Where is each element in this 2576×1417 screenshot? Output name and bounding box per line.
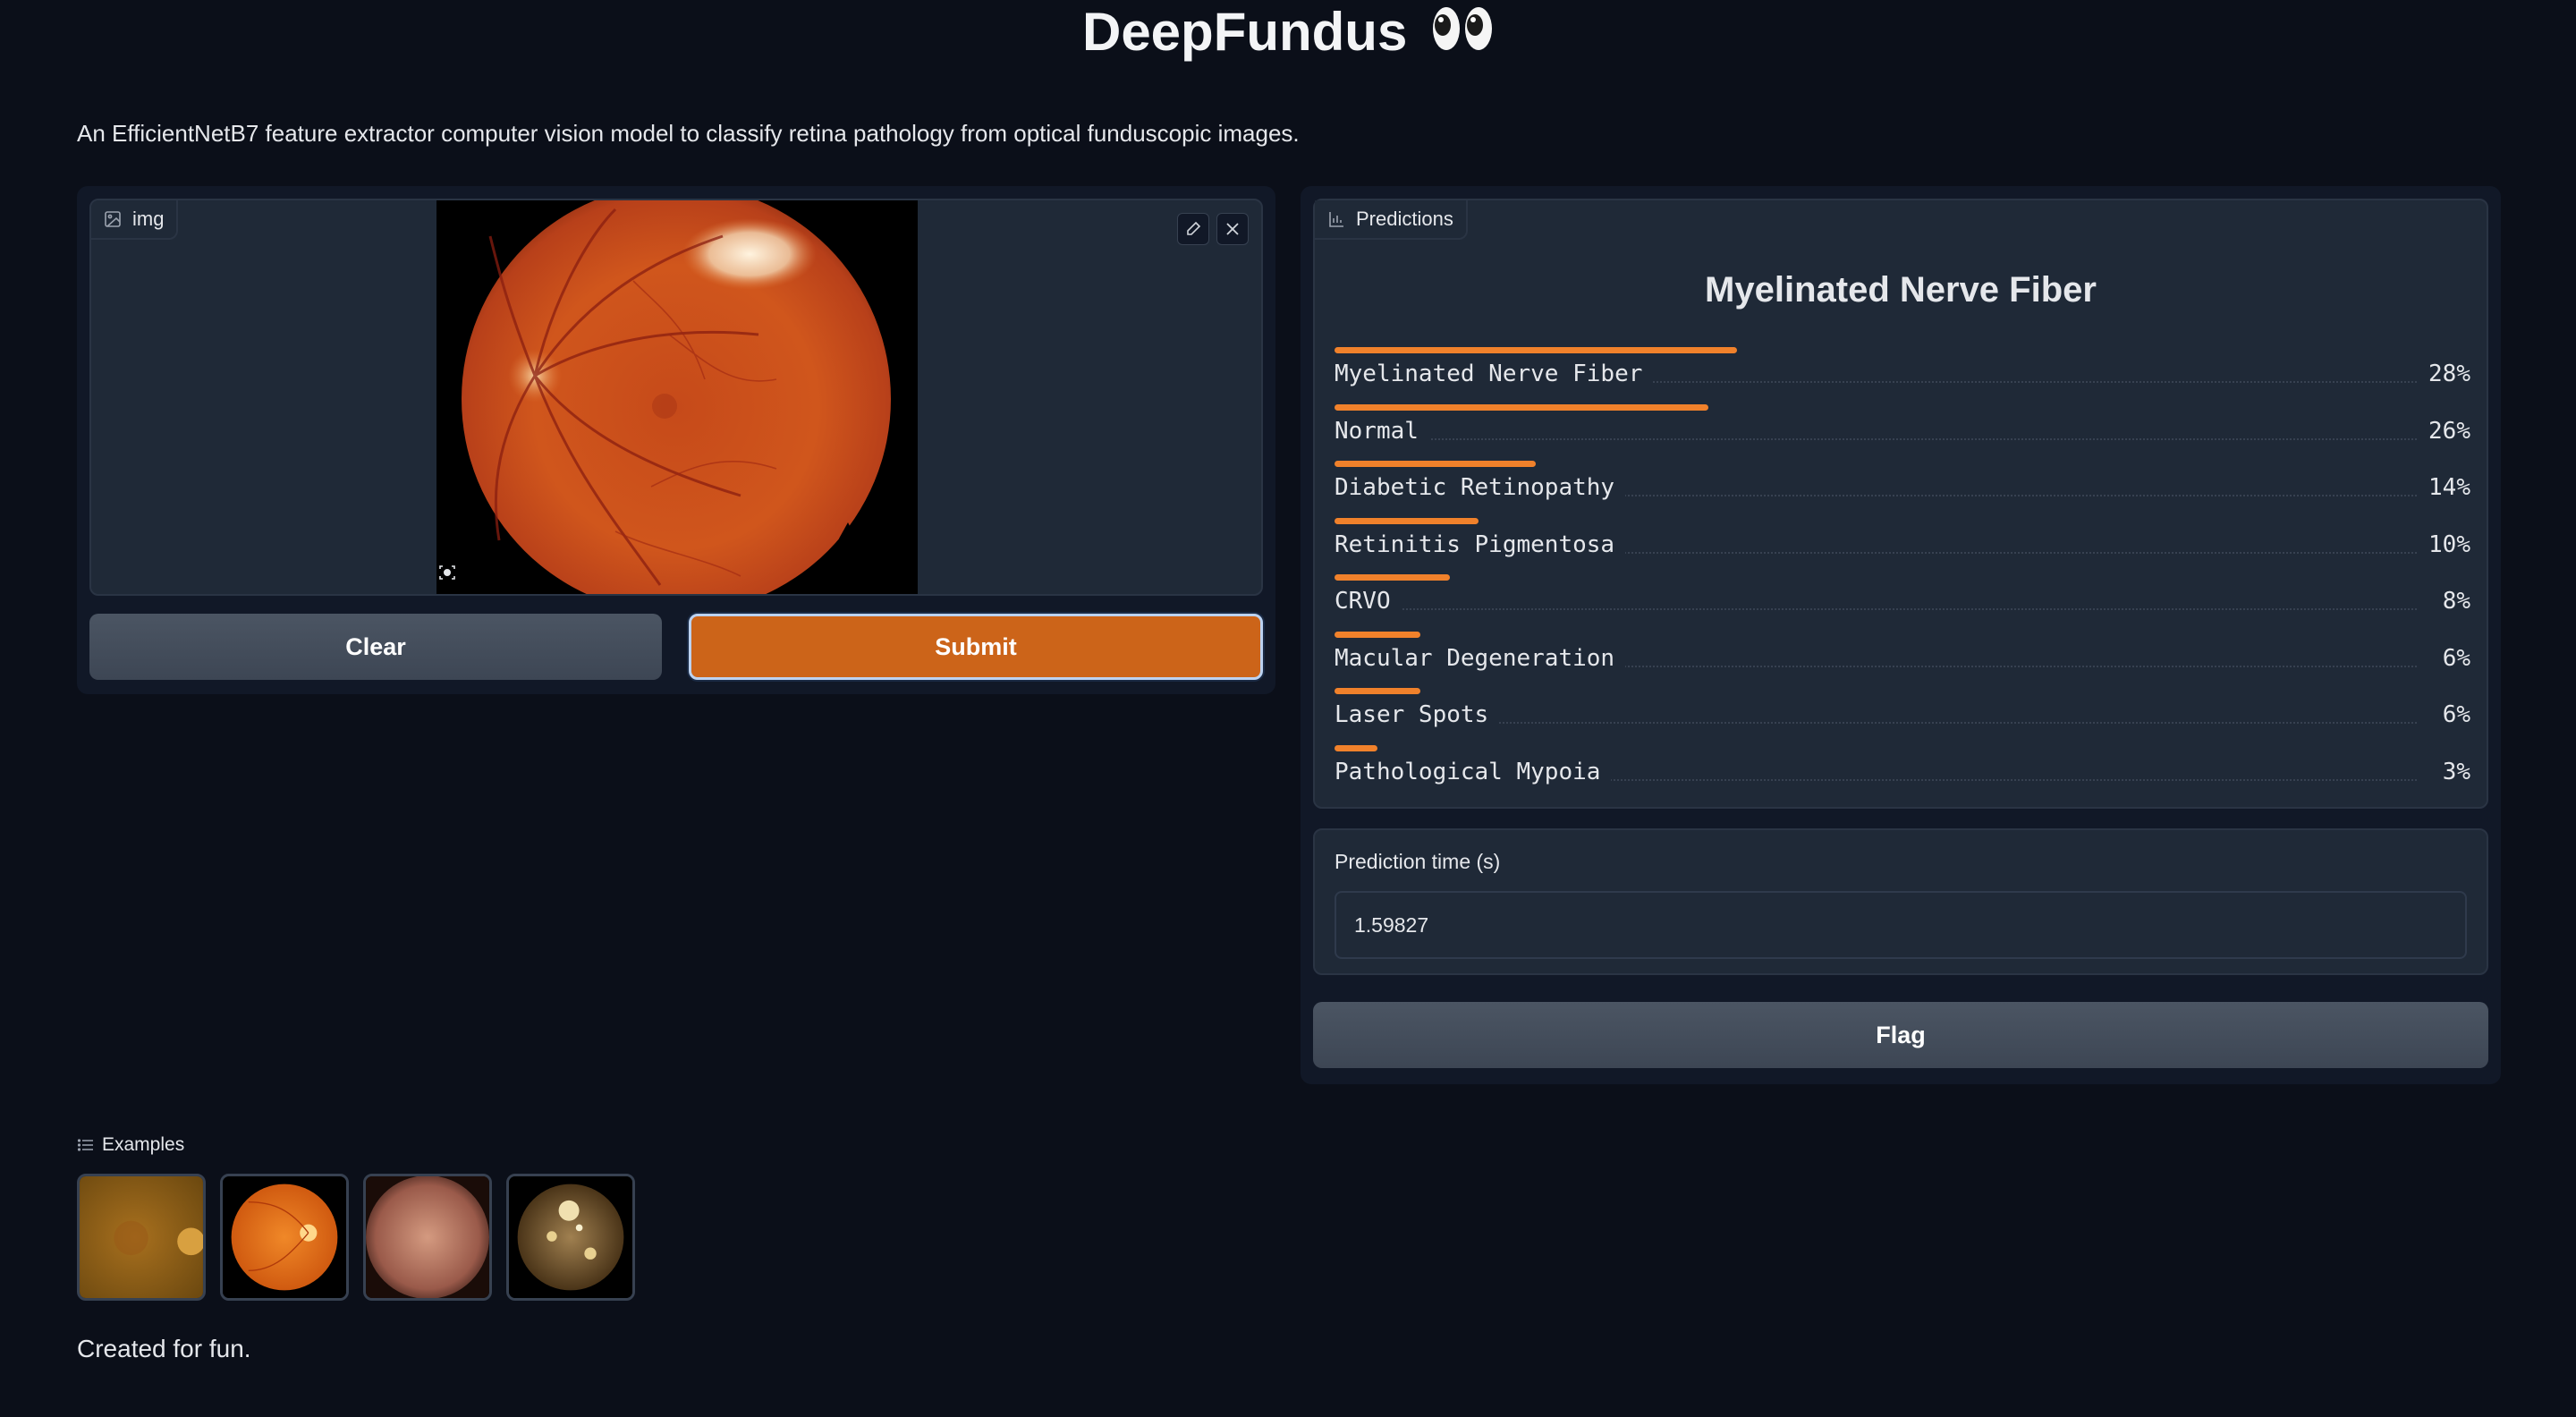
predictions-box: Predictions Myelinated Nerve Fiber Myeli…: [1313, 199, 2488, 809]
image-icon: [105, 211, 121, 227]
footer-text: Created for fun.: [77, 1335, 251, 1362]
close-icon: [1226, 223, 1239, 235]
input-panel: img Clear Submit: [77, 186, 1275, 694]
prediction-row: Macular Degeneration 6%: [1335, 631, 2470, 689]
prediction-percent: 3%: [2431, 758, 2470, 785]
prediction-row: CRVO 8%: [1335, 574, 2470, 632]
predictions-label-text: Predictions: [1356, 208, 1453, 230]
fundus-image: [436, 200, 918, 594]
app-description: An EfficientNetB7 feature extractor comp…: [77, 120, 1300, 147]
prediction-row: Diabetic Retinopathy 14%: [1335, 461, 2470, 518]
prediction-bar: [1335, 347, 1737, 353]
submit-button[interactable]: Submit: [689, 614, 1263, 680]
prediction-row: Retinitis Pigmentosa 10%: [1335, 517, 2470, 575]
prediction-bar: [1335, 688, 1421, 694]
prediction-list: Myelinated Nerve Fiber 28% Normal 26% Diabet…: [1335, 347, 2470, 802]
example-thumbnail[interactable]: [506, 1174, 635, 1301]
prediction-time-label: Prediction time (s): [1335, 850, 1501, 873]
prediction-percent: 10%: [2418, 530, 2470, 558]
prediction-percent: 6%: [2431, 644, 2470, 672]
prediction-bar: [1335, 403, 1708, 411]
prediction-label: Diabetic Retinopathy: [1335, 474, 1626, 501]
examples-label: Examples: [77, 1134, 184, 1156]
image-toolbar: [1177, 213, 1249, 245]
top-prediction: Myelinated Nerve Fiber: [1705, 270, 2097, 310]
prediction-percent: 8%: [2431, 588, 2470, 615]
image-input-label-text: img: [132, 208, 165, 230]
list-icon: [77, 1139, 93, 1151]
prediction-label: Myelinated Nerve Fiber: [1335, 361, 1654, 387]
prediction-time-box: Prediction time (s) 1.59827: [1313, 828, 2488, 975]
prediction-label: Pathological Mypoia: [1335, 758, 1612, 785]
capture-icon[interactable]: [438, 564, 456, 581]
page-title: DeepFundus: [0, 0, 2576, 64]
output-panel: Predictions Myelinated Nerve Fiber Myeli…: [1301, 186, 2501, 1084]
example-thumbnail[interactable]: [363, 1174, 492, 1301]
edit-button[interactable]: [1177, 213, 1209, 245]
prediction-label: Macular Degeneration: [1335, 644, 1626, 672]
prediction-row: Myelinated Nerve Fiber 28%: [1335, 347, 2470, 404]
image-input-label: img: [91, 200, 179, 240]
prediction-bar: [1335, 461, 1536, 467]
prediction-percent: 6%: [2431, 701, 2470, 728]
prediction-label: Laser Spots: [1335, 701, 1500, 728]
examples-label-text: Examples: [102, 1134, 185, 1155]
clear-button[interactable]: Clear: [89, 614, 662, 680]
prediction-time-field[interactable]: 1.59827: [1335, 891, 2467, 959]
image-input[interactable]: img: [89, 199, 1263, 596]
remove-image-button[interactable]: [1216, 213, 1249, 245]
predictions-label: Predictions: [1315, 200, 1468, 240]
eyes-emoji-icon: [1433, 7, 1494, 54]
example-thumbnail[interactable]: [77, 1174, 206, 1301]
prediction-row: Laser Spots 6%: [1335, 688, 2470, 745]
example-thumbnail[interactable]: [220, 1174, 349, 1301]
prediction-label: CRVO: [1335, 588, 1402, 615]
prediction-percent: 28%: [2418, 361, 2470, 387]
prediction-leader-dots: [1335, 608, 2417, 610]
prediction-row: Normal 26%: [1335, 403, 2470, 462]
prediction-row: Pathological Mypoia 3%: [1335, 744, 2470, 802]
prediction-bar: [1335, 631, 1421, 638]
prediction-bar: [1335, 517, 1479, 524]
prediction-label: Normal: [1335, 417, 1429, 445]
prediction-percent: 26%: [2418, 417, 2470, 445]
examples-gallery: [77, 1174, 635, 1301]
prediction-leader-dots: [1335, 437, 2417, 440]
pencil-icon: [1187, 221, 1201, 235]
bar-chart-icon: [1329, 212, 1343, 227]
prediction-percent: 14%: [2418, 474, 2470, 501]
prediction-label: Retinitis Pigmentosa: [1335, 530, 1626, 558]
prediction-bar: [1335, 744, 1378, 751]
prediction-bar: [1335, 574, 1450, 581]
flag-button[interactable]: Flag: [1313, 1002, 2488, 1068]
page-title-text: DeepFundus: [1081, 2, 1408, 62]
